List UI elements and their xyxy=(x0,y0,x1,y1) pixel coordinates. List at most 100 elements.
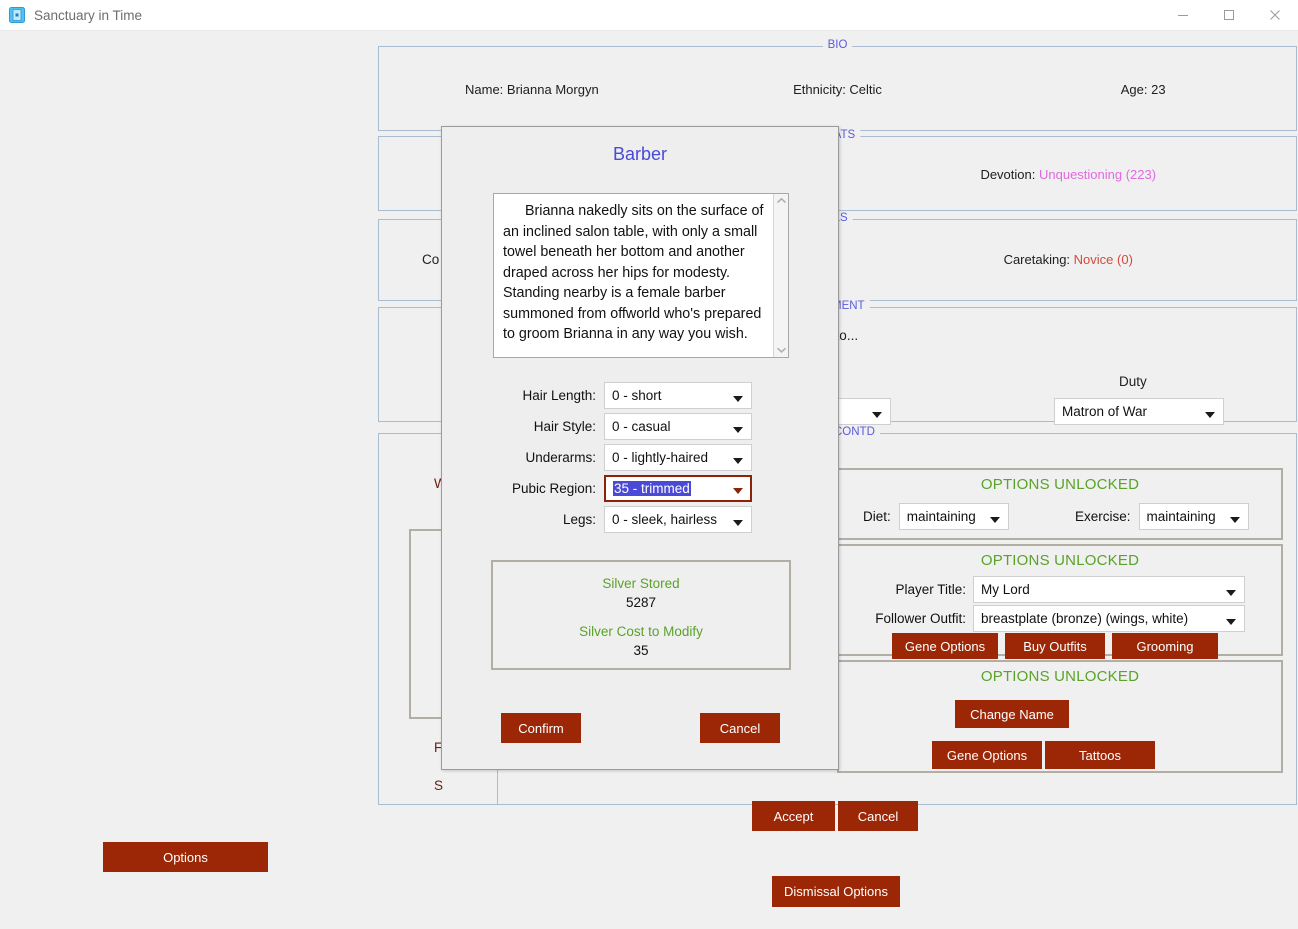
silver-cost-label: Silver Cost to Modify xyxy=(493,624,789,639)
pubic-region-value: 35 - trimmed xyxy=(613,481,691,496)
dismissal-options-button[interactable]: Dismissal Options xyxy=(772,876,900,907)
field-pubic-region: Pubic Region: 35 - trimmed xyxy=(442,475,840,502)
field-legs: Legs: 0 - sleek, hairless xyxy=(442,506,840,533)
hair-length-value: 0 - short xyxy=(612,388,662,403)
legs-value: 0 - sleek, hairless xyxy=(612,512,717,527)
chevron-down-icon xyxy=(1230,517,1240,523)
assignment-duty-select[interactable]: Matron of War xyxy=(1054,398,1224,425)
dialog-cancel-button[interactable]: Cancel xyxy=(700,713,780,743)
grooming-button[interactable]: Grooming xyxy=(1112,633,1218,659)
diet-value: maintaining xyxy=(907,509,976,524)
window-controls xyxy=(1160,0,1298,31)
fragment-co: Co xyxy=(422,252,439,267)
bio-ethnicity: Ethnicity: Celtic xyxy=(685,82,991,97)
chevron-down-icon xyxy=(733,396,743,402)
barber-dialog: Barber Brianna nakedly sits on the surfa… xyxy=(441,126,839,770)
chevron-down-icon xyxy=(872,412,882,418)
hair-length-label: Hair Length: xyxy=(442,388,604,403)
underarms-select[interactable]: 0 - lightly-haired xyxy=(604,444,752,471)
name-tattoo-panel: OPTIONS UNLOCKED Change Name Gene Option… xyxy=(837,660,1283,773)
hair-style-label: Hair Style: xyxy=(442,419,604,434)
chevron-down-icon xyxy=(733,458,743,464)
legs-select[interactable]: 0 - sleek, hairless xyxy=(604,506,752,533)
gene-options-button-2[interactable]: Gene Options xyxy=(932,741,1042,769)
player-title-field: Player Title: My Lord xyxy=(846,576,1245,603)
hair-style-value: 0 - casual xyxy=(612,419,671,434)
diet-exercise-panel: OPTIONS UNLOCKED Diet: maintaining Exerc… xyxy=(837,468,1283,540)
barber-fields: Hair Length: 0 - short Hair Style: 0 - c… xyxy=(442,382,840,537)
diet-label: Diet: xyxy=(863,509,891,524)
silver-panel: Silver Stored 5287 Silver Cost to Modify… xyxy=(491,560,791,670)
story-textarea[interactable]: Brianna nakedly sits on the surface of a… xyxy=(493,193,789,358)
chevron-down-icon xyxy=(1205,412,1215,418)
hair-style-select[interactable]: 0 - casual xyxy=(604,413,752,440)
skill-caretaking-value: Novice (0) xyxy=(1074,252,1133,267)
window-title: Sanctuary in Time xyxy=(34,8,142,23)
follower-outfit-value: breastplate (bronze) (wings, white) xyxy=(981,611,1188,626)
assignment-duty-label: Duty xyxy=(1119,374,1147,389)
follower-outfit-field: Follower Outfit: breastplate (bronze) (w… xyxy=(846,605,1245,632)
bio-legend: BIO xyxy=(823,39,853,51)
bio-age: Age: 23 xyxy=(990,82,1296,97)
underarms-label: Underarms: xyxy=(442,450,604,465)
pubic-region-select[interactable]: 35 - trimmed xyxy=(604,475,752,502)
stat-devotion-label: Devotion: xyxy=(980,167,1035,182)
player-title-select[interactable]: My Lord xyxy=(973,576,1245,603)
legs-label: Legs: xyxy=(442,512,604,527)
title-outfit-panel: OPTIONS UNLOCKED Player Title: My Lord F… xyxy=(837,544,1283,656)
silver-stored-value: 5287 xyxy=(493,595,789,610)
scroll-up-icon xyxy=(776,197,787,205)
chevron-down-icon xyxy=(990,517,1000,523)
silver-cost-value: 35 xyxy=(493,643,789,658)
scroll-down-icon xyxy=(776,346,787,354)
diet-field: Diet: maintaining xyxy=(863,503,1009,530)
fragment-s: S xyxy=(434,778,443,793)
footer-cancel-button[interactable]: Cancel xyxy=(838,801,918,831)
underarms-value: 0 - lightly-haired xyxy=(612,450,708,465)
panel3-unlocked-header: OPTIONS UNLOCKED xyxy=(839,662,1281,685)
assignment-duty-value: Matron of War xyxy=(1062,404,1147,419)
story-text: Brianna nakedly sits on the surface of a… xyxy=(494,194,773,357)
bio-name: Name: Brianna Morgyn xyxy=(379,82,685,97)
chevron-down-icon xyxy=(1226,590,1236,596)
chevron-down-icon xyxy=(733,488,743,494)
skill-caretaking-label: Caretaking: xyxy=(1004,252,1070,267)
diet-select[interactable]: maintaining xyxy=(899,503,1009,530)
chevron-down-icon xyxy=(1226,619,1236,625)
follower-outfit-label: Follower Outfit: xyxy=(846,611,966,626)
player-title-value: My Lord xyxy=(981,582,1030,597)
stat-devotion-value: Unquestioning (223) xyxy=(1039,167,1156,182)
stat-devotion: Devotion: Unquestioning (223) xyxy=(839,167,1298,182)
story-scrollbar[interactable] xyxy=(773,194,788,357)
panel2-unlocked-header: OPTIONS UNLOCKED xyxy=(839,546,1281,569)
buy-outfits-button[interactable]: Buy Outfits xyxy=(1005,633,1105,659)
player-title-label: Player Title: xyxy=(846,582,966,597)
hair-length-select[interactable]: 0 - short xyxy=(604,382,752,409)
exercise-select[interactable]: maintaining xyxy=(1139,503,1249,530)
app-icon xyxy=(9,7,25,23)
field-hair-style: Hair Style: 0 - casual xyxy=(442,413,840,440)
options-button[interactable]: Options xyxy=(103,842,268,872)
maximize-icon[interactable] xyxy=(1206,0,1252,31)
follower-outfit-select[interactable]: breastplate (bronze) (wings, white) xyxy=(973,605,1245,632)
bio-group: BIO Name: Brianna Morgyn Ethnicity: Celt… xyxy=(378,46,1297,131)
close-icon[interactable] xyxy=(1252,0,1298,31)
chevron-down-icon xyxy=(733,427,743,433)
confirm-button[interactable]: Confirm xyxy=(501,713,581,743)
skill-caretaking: Caretaking: Novice (0) xyxy=(839,252,1298,267)
panel1-unlocked-header: OPTIONS UNLOCKED xyxy=(839,470,1281,493)
exercise-label: Exercise: xyxy=(1075,509,1131,524)
barber-dialog-title: Barber xyxy=(442,144,838,165)
exercise-field: Exercise: maintaining xyxy=(1075,503,1249,530)
accept-button[interactable]: Accept xyxy=(752,801,835,831)
pubic-region-label: Pubic Region: xyxy=(442,481,604,496)
chevron-down-icon xyxy=(733,520,743,526)
field-hair-length: Hair Length: 0 - short xyxy=(442,382,840,409)
gene-options-button-1[interactable]: Gene Options xyxy=(892,633,998,659)
change-name-button[interactable]: Change Name xyxy=(955,700,1069,728)
window-titlebar: Sanctuary in Time xyxy=(0,0,1298,31)
exercise-value: maintaining xyxy=(1147,509,1216,524)
tattoos-button[interactable]: Tattoos xyxy=(1045,741,1155,769)
minimize-icon[interactable] xyxy=(1160,0,1206,31)
silver-stored-label: Silver Stored xyxy=(493,576,789,591)
